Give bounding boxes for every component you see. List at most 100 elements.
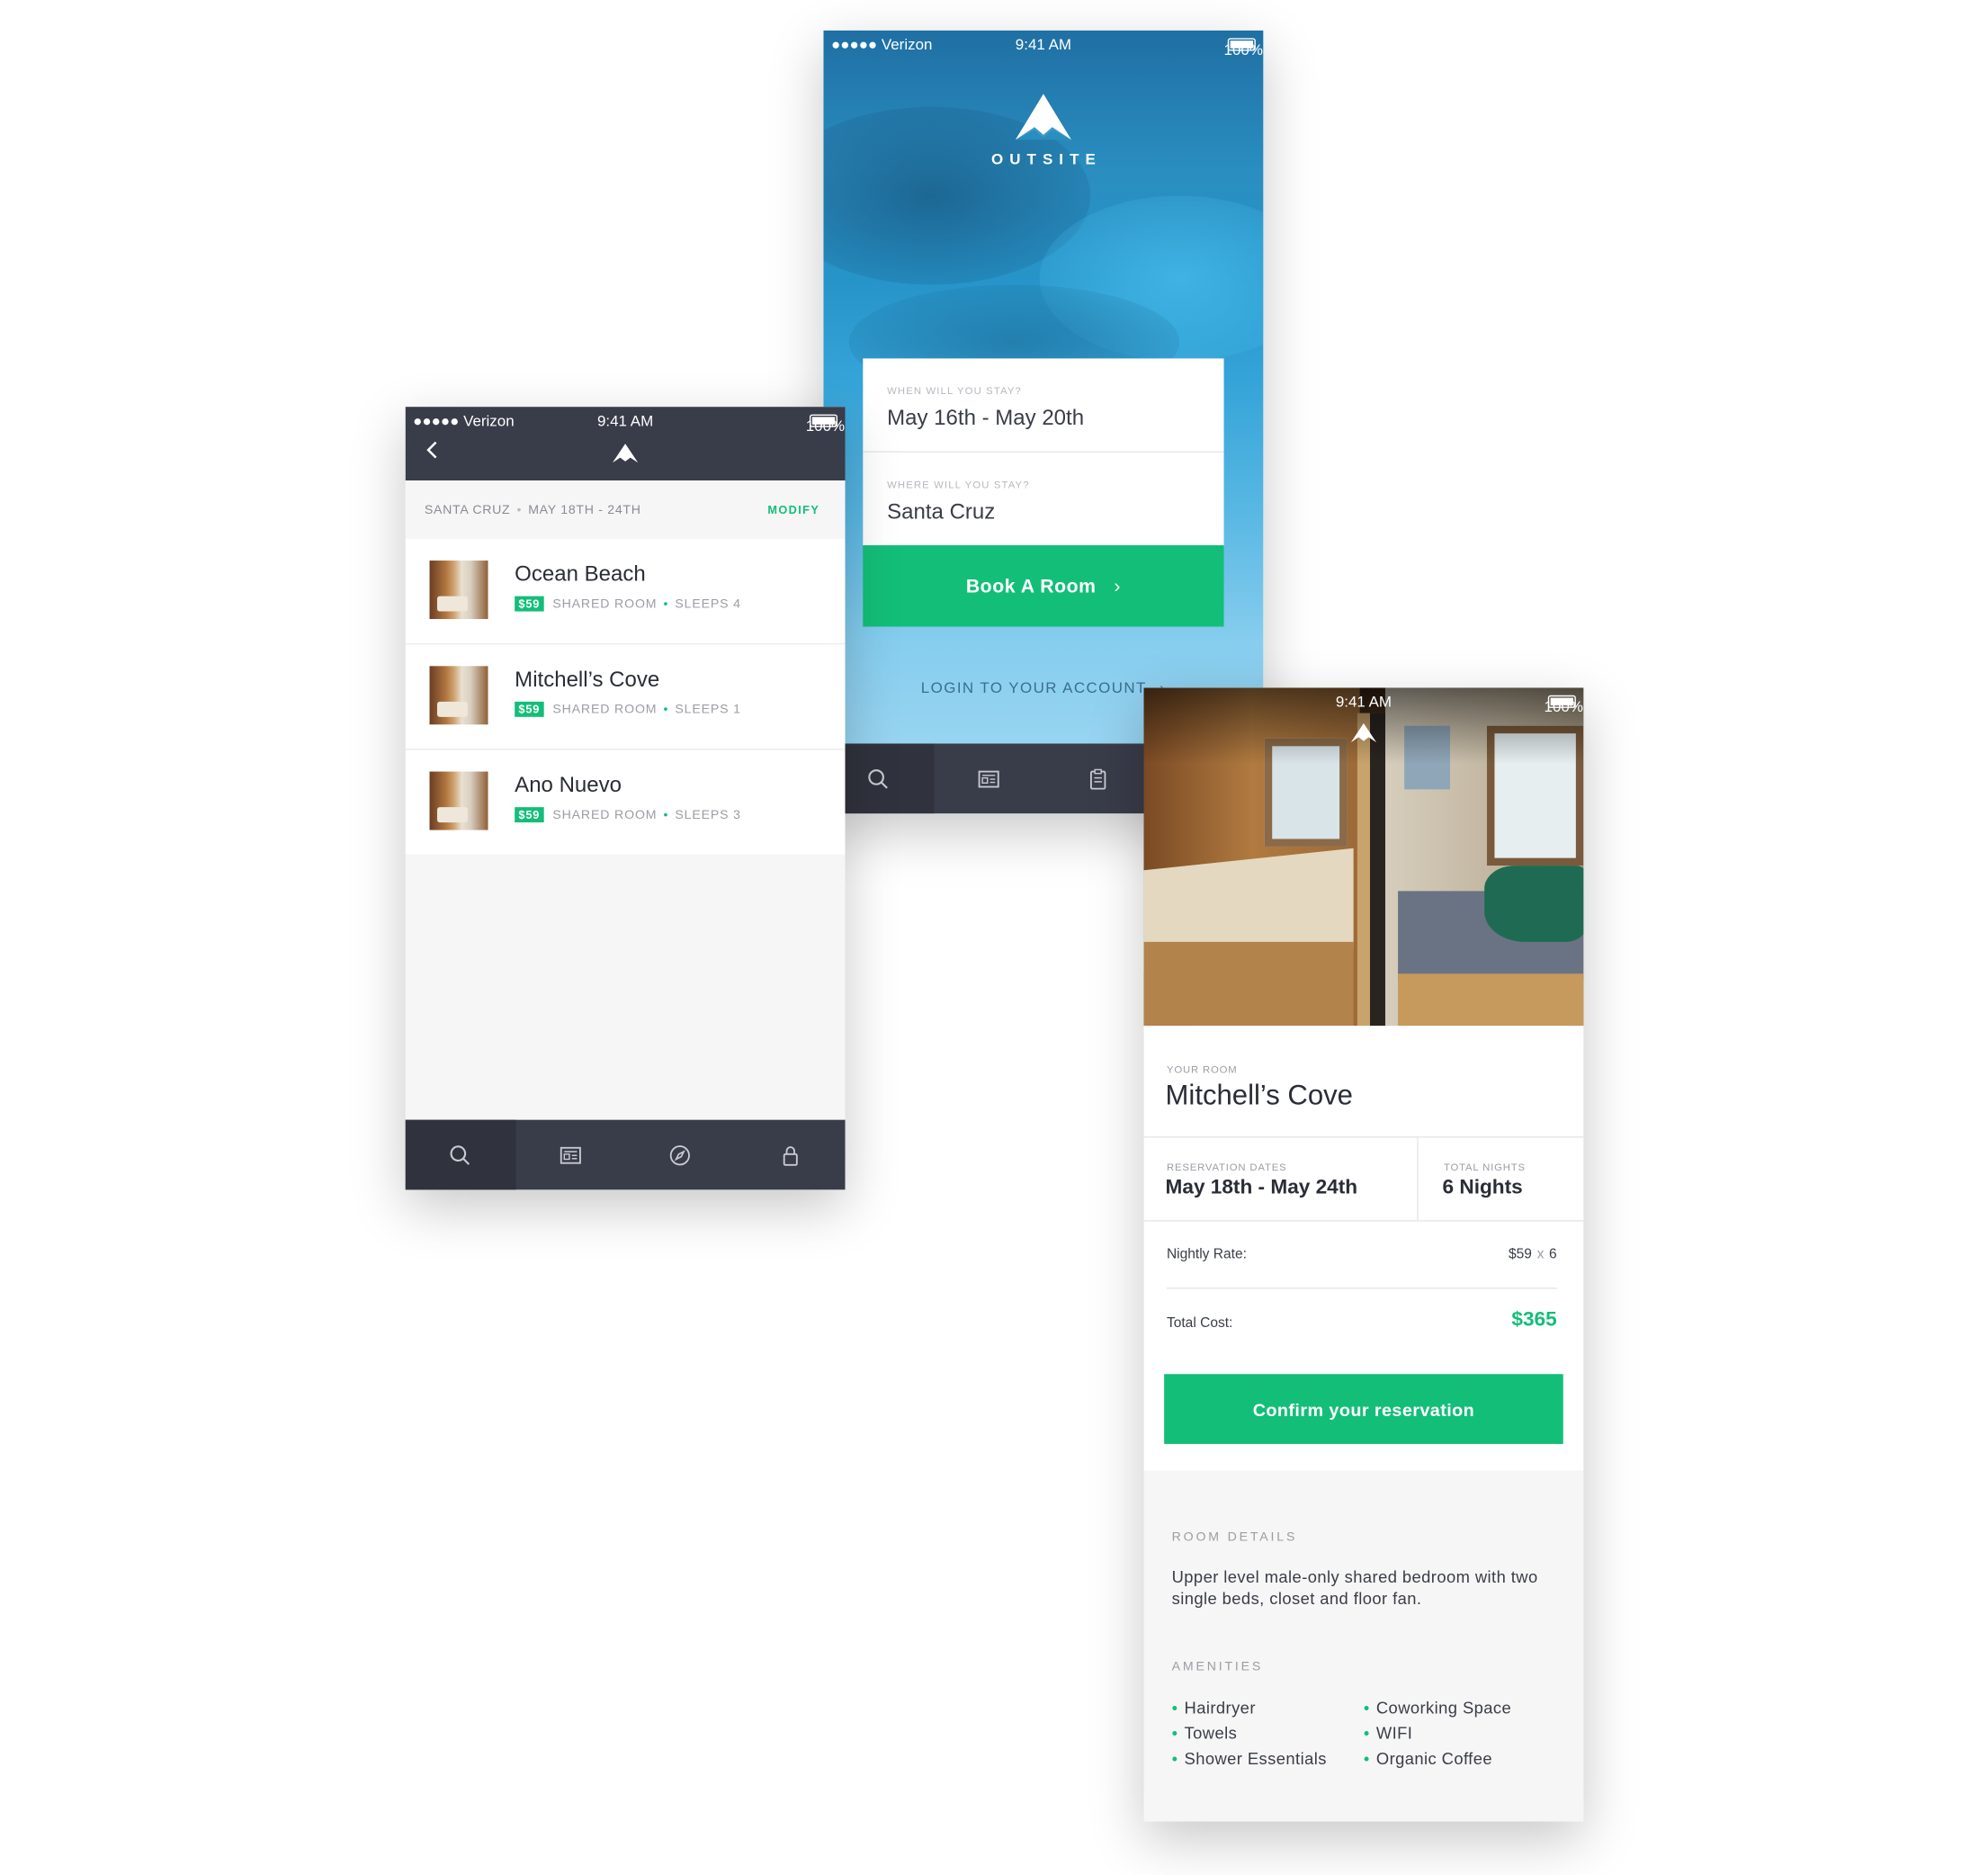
room-type: SHARED ROOM bbox=[552, 703, 658, 717]
date-field[interactable]: WHEN WILL YOU STAY? May 16th - May 20th bbox=[863, 358, 1224, 453]
time-label: 9:41 AM bbox=[596, 411, 654, 430]
time-label: 9:41 AM bbox=[1015, 35, 1072, 54]
date-field-value[interactable]: May 16th - May 20th bbox=[887, 406, 1084, 431]
multiply-sign: x bbox=[1536, 1246, 1545, 1262]
listing-meta: $59 SHARED ROOM • SLEEPS 3 bbox=[515, 807, 741, 823]
clipboard-icon bbox=[1090, 768, 1106, 789]
battery-icon bbox=[809, 414, 838, 427]
modify-button[interactable]: MODIFY bbox=[767, 503, 819, 516]
time-label: 9:41 AM bbox=[1335, 692, 1392, 711]
amenity-item: • Hairdryer bbox=[1171, 1698, 1256, 1718]
outsite-logo-icon bbox=[612, 444, 639, 463]
reservation-dates-value: May 18th - May 24th bbox=[1165, 1177, 1358, 1199]
price-badge: $59 bbox=[515, 596, 544, 612]
room-type: SHARED ROOM bbox=[552, 808, 658, 823]
bullet-dot: • bbox=[1171, 1723, 1178, 1743]
confirm-reservation-button[interactable]: Confirm your reservation bbox=[1164, 1374, 1563, 1444]
tab-search[interactable] bbox=[405, 1119, 515, 1190]
reservation-summary: YOUR ROOM Mitchell’s Cove RESERVATION DA… bbox=[1143, 1026, 1584, 1471]
tab-bookings[interactable] bbox=[1043, 743, 1153, 813]
tab-bar bbox=[405, 1119, 846, 1190]
battery-indicator: 100% bbox=[806, 412, 845, 435]
battery-icon bbox=[1547, 695, 1576, 708]
bullet-dot: • bbox=[1363, 1723, 1370, 1743]
search-icon bbox=[868, 768, 889, 788]
sleeps-count: SLEEPS 1 bbox=[675, 703, 741, 717]
separator-dot: • bbox=[663, 597, 669, 612]
location-label: SANTA CRUZ bbox=[424, 503, 511, 518]
total-cost-value: $365 bbox=[1511, 1309, 1557, 1332]
amenities-list-left: • Hairdryer • Towels • Shower Essentials bbox=[1172, 1696, 1327, 1772]
list-item[interactable]: Ano Nuevo $59 SHARED ROOM • SLEEPS 3 bbox=[406, 750, 846, 855]
login-label: LOGIN TO YOUR ACCOUNT bbox=[920, 678, 1147, 697]
amenities-title: AMENITIES bbox=[1171, 1660, 1264, 1674]
battery-icon bbox=[1227, 38, 1256, 51]
dates-section: RESERVATION DATES May 18th - May 24th TO… bbox=[1143, 1137, 1584, 1222]
results-screen: ●●●●● Verizon 9:41 AM 100% SANTA CRUZ • MA… bbox=[405, 407, 846, 1190]
tab-account[interactable] bbox=[735, 1120, 845, 1190]
listing-title: Ano Nuevo bbox=[515, 772, 622, 797]
listing-meta: $59 SHARED ROOM • SLEEPS 1 bbox=[515, 701, 741, 717]
room-details-title: ROOM DETAILS bbox=[1171, 1530, 1298, 1545]
dates-label: MAY 18TH - 24TH bbox=[528, 503, 641, 518]
listing-thumbnail bbox=[429, 561, 488, 620]
listing-title: Ocean Beach bbox=[515, 561, 646, 587]
total-cost-label: Total Cost: bbox=[1166, 1315, 1233, 1332]
amenity-item: • WIFI bbox=[1363, 1723, 1413, 1743]
chevron-right-icon: › bbox=[1114, 575, 1121, 597]
total-nights-value: 6 Nights bbox=[1442, 1177, 1523, 1199]
booking-form: WHEN WILL YOU STAY? May 16th - May 20th … bbox=[863, 358, 1224, 546]
room-label: YOUR ROOM bbox=[1166, 1063, 1238, 1076]
listing-list: Ocean Beach $59 SHARED ROOM • SLEEPS 4 Mitc… bbox=[405, 539, 846, 855]
amenity-item: • Organic Coffee bbox=[1363, 1749, 1493, 1769]
room-type: SHARED ROOM bbox=[552, 597, 658, 612]
listing-thumbnail bbox=[429, 771, 488, 830]
search-icon bbox=[450, 1144, 470, 1165]
nightly-rate-row: Nightly Rate: $59 x 6 bbox=[1166, 1246, 1557, 1289]
book-room-button[interactable]: Book A Room › bbox=[863, 545, 1224, 627]
tab-explore[interactable] bbox=[625, 1120, 735, 1190]
location-field[interactable]: WHERE WILL YOU STAY? Santa Cruz bbox=[863, 453, 1223, 545]
status-bar: 9:41 AM 100% bbox=[1144, 687, 1584, 715]
list-item[interactable]: Ocean Beach $59 SHARED ROOM • SLEEPS 4 bbox=[405, 539, 846, 645]
lock-icon bbox=[783, 1145, 798, 1166]
tab-news[interactable] bbox=[515, 1120, 625, 1190]
location-field-value[interactable]: Santa Cruz bbox=[887, 499, 995, 525]
status-bar: ●●●●● Verizon 9:41 AM 100% bbox=[406, 407, 846, 435]
listing-title: Mitchell’s Cove bbox=[515, 667, 660, 692]
price-badge: $59 bbox=[515, 701, 544, 717]
search-summary: SANTA CRUZ • MAY 18TH - 24TH bbox=[425, 503, 641, 517]
news-icon bbox=[560, 1146, 581, 1163]
amenity-item: • Shower Essentials bbox=[1171, 1749, 1327, 1769]
battery-indicator: 100% bbox=[1545, 693, 1583, 715]
battery-indicator: 100% bbox=[1224, 36, 1263, 58]
date-field-label: WHEN WILL YOU STAY? bbox=[887, 385, 1022, 397]
reservation-screen: 9:41 AM 100% YOUR ROOM Mitchell’s Cove R… bbox=[1143, 687, 1584, 1822]
price-badge: $59 bbox=[515, 807, 544, 823]
rate-amount: $59 bbox=[1509, 1246, 1532, 1262]
separator-dot: • bbox=[663, 808, 669, 823]
divider bbox=[1417, 1137, 1419, 1221]
status-bar: ●●●●● Verizon 9:41 AM 100% bbox=[823, 31, 1263, 58]
outsite-logo-icon bbox=[1015, 94, 1071, 140]
rate-nights: 6 bbox=[1549, 1246, 1557, 1262]
compass-icon bbox=[670, 1144, 691, 1165]
back-arrow-icon[interactable] bbox=[423, 440, 443, 461]
amenities-list-right: • Coworking Space • WIFI • Organic Coffee bbox=[1364, 1696, 1511, 1772]
bullet-dot: • bbox=[1171, 1749, 1178, 1769]
sleeps-count: SLEEPS 4 bbox=[675, 597, 741, 612]
listing-meta: $59 SHARED ROOM • SLEEPS 4 bbox=[515, 596, 741, 612]
room-name: Mitchell’s Cove bbox=[1165, 1079, 1353, 1111]
bullet-dot: • bbox=[1363, 1749, 1370, 1769]
room-section: YOUR ROOM Mitchell’s Cove bbox=[1143, 1026, 1584, 1138]
amenity-item: • Towels bbox=[1171, 1723, 1238, 1743]
brand-name: OUTSITE bbox=[990, 149, 1102, 168]
location-field-label: WHERE WILL YOU STAY? bbox=[887, 479, 1030, 491]
total-nights-label: TOTAL NIGHTS bbox=[1443, 1162, 1526, 1174]
list-item[interactable]: Mitchell’s Cove $59 SHARED ROOM • SLEEPS 1 bbox=[405, 644, 846, 750]
tab-news[interactable] bbox=[934, 743, 1043, 813]
nightly-rate-label: Nightly Rate: bbox=[1166, 1246, 1247, 1262]
total-cost-row: Total Cost: $365 bbox=[1166, 1309, 1557, 1332]
app-header: ●●●●● Verizon 9:41 AM 100% bbox=[405, 407, 846, 481]
bullet-dot: • bbox=[1171, 1698, 1178, 1718]
